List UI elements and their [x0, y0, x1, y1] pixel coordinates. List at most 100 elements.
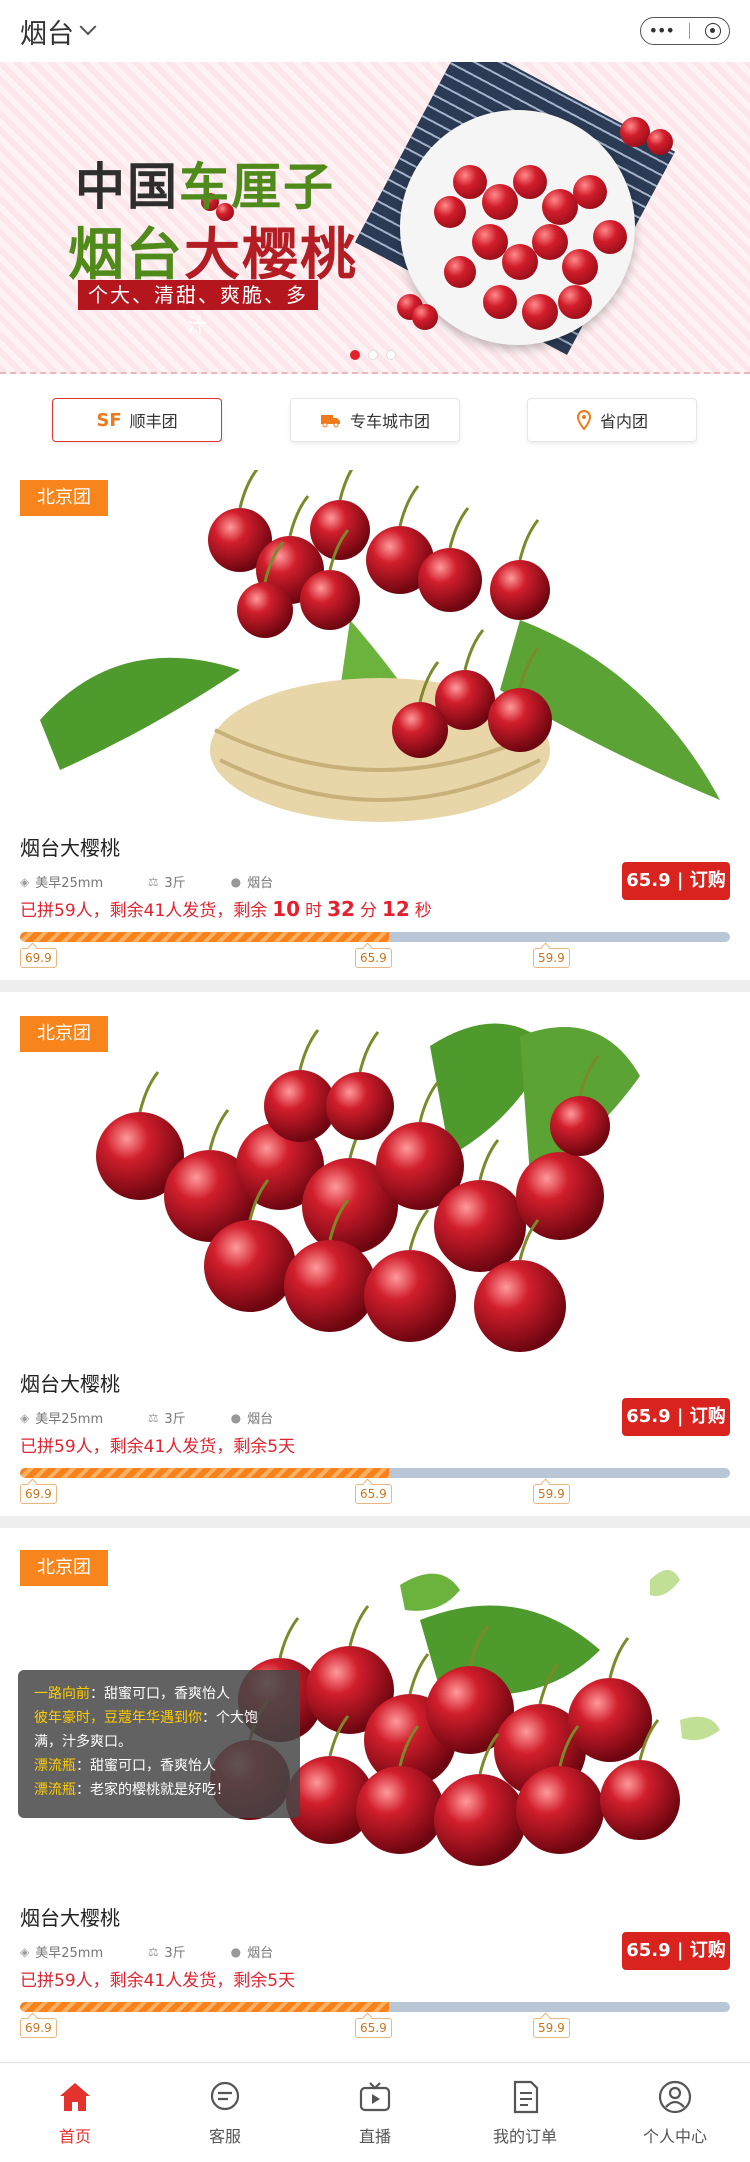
cherry-shape	[620, 117, 650, 147]
cherry-pile-image	[96, 1023, 640, 1352]
cherry-shape	[474, 1260, 566, 1352]
cherry-stem	[358, 1031, 380, 1073]
group-status: 已拼59人，剩余41人发货，剩余5天	[20, 1971, 296, 1991]
product-photo: 北京团	[0, 1006, 750, 1362]
cherry-stem	[478, 1139, 500, 1181]
chevron-down-icon	[79, 18, 97, 36]
carousel-dot[interactable]	[350, 350, 360, 360]
price-tier-tick: 59.9	[533, 948, 570, 968]
cherry-shape	[483, 285, 517, 319]
countdown-seconds: 12	[381, 897, 410, 921]
tab-label: 省内团	[599, 412, 648, 431]
tab-shunfeng[interactable]: SF 顺丰团	[52, 398, 222, 442]
price-tier-tick: 65.9	[355, 1484, 392, 1504]
nav-live[interactable]: 直播	[300, 2063, 450, 2162]
card-divider	[0, 980, 750, 992]
cherry-shape	[550, 1096, 610, 1156]
group-badge: 北京团	[20, 1550, 108, 1586]
cherry-stem	[418, 1081, 440, 1123]
nav-home[interactable]: 首页	[0, 2063, 150, 2162]
product-photo: 北京团 一路向前：甜蜜可口，香爽怡人 彼年豪时，豆蔻年华遇到你：个大饱满，汁多爽…	[0, 1540, 750, 1896]
cherry-shape	[434, 196, 466, 228]
cherry-shape	[284, 1240, 376, 1332]
cherry-shape	[444, 256, 476, 288]
order-document-icon	[513, 2080, 539, 2113]
cherry-stem	[138, 1071, 160, 1113]
price-tier-tick: 69.9	[20, 2018, 57, 2038]
review-line: 漂流瓶：甜蜜可口，香爽怡人	[34, 1758, 216, 1774]
tab-label: 顺丰团	[129, 412, 178, 431]
nav-orders[interactable]: 我的订单	[450, 2063, 600, 2162]
cherry-basket-image	[40, 470, 720, 822]
review-line: 一路向前：甜蜜可口，香爽怡人	[34, 1686, 230, 1702]
spec-size: ◈ 美早25mm	[20, 1410, 104, 1428]
price-tier-tick: 59.9	[533, 2018, 570, 2038]
cherry-stem	[348, 1605, 370, 1647]
cherry-stem	[408, 1209, 430, 1251]
cherry-shape	[522, 294, 558, 330]
capsule-divider	[689, 23, 691, 39]
cherry-shape	[356, 1766, 444, 1854]
cherry-stem	[208, 1109, 230, 1151]
cherry-stem	[238, 470, 259, 509]
banner-headline-2: 烟台大樱桃	[68, 223, 358, 288]
user-profile-icon	[658, 2080, 692, 2113]
promo-banner[interactable]: 中国车厘子 烟台大樱桃 个大、清甜、爽脆、多汁	[0, 62, 750, 374]
cherry-shape	[573, 175, 607, 209]
order-button[interactable]: 65.9 | 订购	[622, 862, 730, 900]
more-menu-icon[interactable]: •••	[649, 23, 675, 39]
cherry-stem	[448, 507, 470, 549]
cherry-shape	[568, 1678, 652, 1762]
cherry-stem	[608, 1637, 630, 1679]
city-label: 烟台	[20, 18, 74, 50]
close-circle-icon[interactable]	[705, 23, 722, 39]
spec-origin: ● 烟台	[230, 1410, 274, 1428]
cherry-shape	[310, 500, 370, 560]
bottom-tab-bar: 首页 客服 直播 我的订单 个人中心	[0, 2062, 750, 2162]
cherry-shape	[204, 1220, 296, 1312]
group-progress-bar	[20, 1468, 730, 1478]
banner-tagline: 个大、清甜、爽脆、多汁	[78, 280, 318, 337]
sf-logo-icon: SF	[96, 409, 122, 431]
price-tier-tick: 69.9	[20, 1484, 57, 1504]
nav-label: 直播	[358, 2126, 391, 2146]
cherry-shape	[513, 165, 547, 199]
nav-service[interactable]: 客服	[150, 2063, 300, 2162]
card-divider	[0, 1516, 750, 1528]
spec-size: ◈ 美早25mm	[20, 1944, 104, 1962]
cherry-shape	[482, 184, 518, 220]
size-icon: ◈	[20, 1944, 30, 1959]
cherry-shape	[453, 165, 487, 199]
progress-fill	[20, 2002, 390, 2012]
tab-city-truck[interactable]: 专车城市团	[290, 398, 460, 442]
cherry-shape	[418, 548, 482, 612]
group-badge: 北京团	[20, 480, 108, 516]
carousel-dot[interactable]	[386, 350, 396, 360]
order-button[interactable]: 65.9 | 订购	[622, 1398, 730, 1436]
group-badge: 北京团	[20, 1016, 108, 1052]
review-line: 漂流瓶：老家的樱桃就是好吃！	[34, 1782, 230, 1798]
chat-bubble-icon	[210, 2081, 240, 2110]
cherry-shape	[300, 570, 360, 630]
cherry-shape	[647, 129, 673, 155]
cherry-shape	[364, 1250, 456, 1342]
price-tier-tick: 65.9	[355, 948, 392, 968]
city-selector[interactable]: 烟台	[20, 12, 97, 51]
price-tier-tick: 65.9	[355, 2018, 392, 2038]
cherry-shape	[488, 688, 552, 752]
scale-icon: ⚖	[148, 1410, 159, 1425]
scale-icon: ⚖	[148, 874, 159, 889]
cherry-shape	[490, 560, 550, 620]
progress-fill	[20, 932, 390, 942]
order-button[interactable]: 65.9 | 订购	[622, 1932, 730, 1970]
home-icon	[60, 2082, 90, 2111]
tab-province[interactable]: 省内团	[527, 398, 697, 442]
location-icon: ●	[230, 1944, 242, 1959]
nav-profile[interactable]: 个人中心	[600, 2063, 750, 2162]
cherry-shape	[516, 1152, 604, 1240]
carousel-dot[interactable]	[368, 350, 378, 360]
product-name: 烟台大樱桃	[20, 836, 120, 860]
nav-label: 首页	[58, 2126, 91, 2146]
tab-label: 专车城市团	[349, 412, 430, 431]
cherry-shape	[516, 1766, 604, 1854]
